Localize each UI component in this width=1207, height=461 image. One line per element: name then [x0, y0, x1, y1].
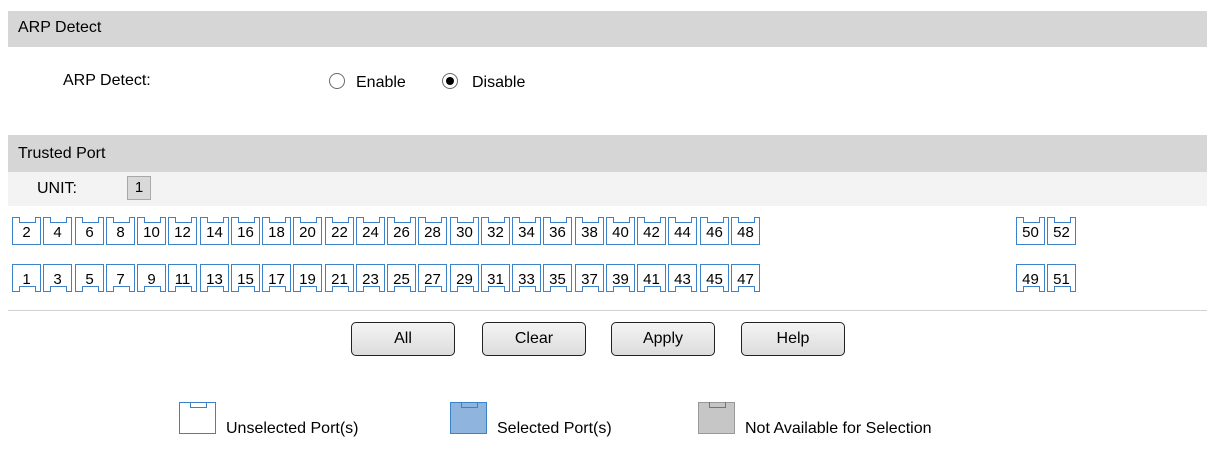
- port-25[interactable]: 25: [387, 264, 416, 292]
- port-2[interactable]: 2: [12, 217, 41, 245]
- port-19[interactable]: 19: [293, 264, 322, 292]
- port-17[interactable]: 17: [262, 264, 291, 292]
- port-5[interactable]: 5: [75, 264, 104, 292]
- port-30[interactable]: 30: [450, 217, 479, 245]
- disable-radio-label[interactable]: Disable: [472, 74, 525, 92]
- legend-unselected-label: Unselected Port(s): [226, 420, 359, 437]
- port-26[interactable]: 26: [387, 217, 416, 245]
- port-18[interactable]: 18: [262, 217, 291, 245]
- port-31[interactable]: 31: [481, 264, 510, 292]
- trusted-port-section-title: Trusted Port: [18, 145, 106, 162]
- unselected-port-icon: [179, 402, 216, 434]
- port-13[interactable]: 13: [200, 264, 229, 292]
- port-28[interactable]: 28: [418, 217, 447, 245]
- port-6[interactable]: 6: [75, 217, 104, 245]
- apply-button[interactable]: Apply: [611, 322, 715, 356]
- port-20[interactable]: 20: [293, 217, 322, 245]
- port-21[interactable]: 21: [325, 264, 354, 292]
- port-7[interactable]: 7: [106, 264, 135, 292]
- arp-detect-label: ARP Detect:: [63, 72, 151, 89]
- port-10[interactable]: 10: [137, 217, 166, 245]
- port-16[interactable]: 16: [231, 217, 260, 245]
- legend-selected-label: Selected Port(s): [497, 420, 612, 437]
- port-36[interactable]: 36: [543, 217, 572, 245]
- arp-detect-section-header: ARP Detect: [8, 11, 1207, 47]
- port-43[interactable]: 43: [668, 264, 697, 292]
- all-button[interactable]: All: [351, 322, 455, 356]
- port-27[interactable]: 27: [418, 264, 447, 292]
- port-14[interactable]: 14: [200, 217, 229, 245]
- port-11[interactable]: 11: [168, 264, 197, 292]
- port-12[interactable]: 12: [168, 217, 197, 245]
- port-9[interactable]: 9: [137, 264, 166, 292]
- port-38[interactable]: 38: [575, 217, 604, 245]
- help-button[interactable]: Help: [741, 322, 845, 356]
- port-35[interactable]: 35: [543, 264, 572, 292]
- arp-detect-section-title: ARP Detect: [18, 19, 102, 36]
- port-29[interactable]: 29: [450, 264, 479, 292]
- port-45[interactable]: 45: [700, 264, 729, 292]
- port-51[interactable]: 51: [1047, 264, 1076, 292]
- port-15[interactable]: 15: [231, 264, 260, 292]
- port-23[interactable]: 23: [356, 264, 385, 292]
- disable-radio[interactable]: [442, 73, 458, 89]
- port-44[interactable]: 44: [668, 217, 697, 245]
- port-42[interactable]: 42: [637, 217, 666, 245]
- port-47[interactable]: 47: [731, 264, 760, 292]
- unit-bar: [8, 172, 1207, 206]
- port-50[interactable]: 50: [1016, 217, 1045, 245]
- port-4[interactable]: 4: [43, 217, 72, 245]
- trusted-port-section-header: Trusted Port: [8, 135, 1207, 172]
- port-40[interactable]: 40: [606, 217, 635, 245]
- port-22[interactable]: 22: [325, 217, 354, 245]
- selected-port-icon: [450, 402, 487, 434]
- port-32[interactable]: 32: [481, 217, 510, 245]
- port-49[interactable]: 49: [1016, 264, 1045, 292]
- port-52[interactable]: 52: [1047, 217, 1076, 245]
- port-41[interactable]: 41: [637, 264, 666, 292]
- port-1[interactable]: 1: [12, 264, 41, 292]
- port-46[interactable]: 46: [700, 217, 729, 245]
- port-33[interactable]: 33: [512, 264, 541, 292]
- enable-radio-label[interactable]: Enable: [356, 74, 406, 92]
- port-37[interactable]: 37: [575, 264, 604, 292]
- port-34[interactable]: 34: [512, 217, 541, 245]
- enable-radio[interactable]: [329, 73, 345, 89]
- unit-label: UNIT:: [37, 180, 77, 197]
- port-24[interactable]: 24: [356, 217, 385, 245]
- port-3[interactable]: 3: [43, 264, 72, 292]
- clear-button[interactable]: Clear: [482, 322, 586, 356]
- legend-unavailable-label: Not Available for Selection: [745, 420, 932, 437]
- unavailable-port-icon: [698, 402, 735, 434]
- port-8[interactable]: 8: [106, 217, 135, 245]
- unit-1-button[interactable]: 1: [127, 176, 151, 200]
- port-48[interactable]: 48: [731, 217, 760, 245]
- port-39[interactable]: 39: [606, 264, 635, 292]
